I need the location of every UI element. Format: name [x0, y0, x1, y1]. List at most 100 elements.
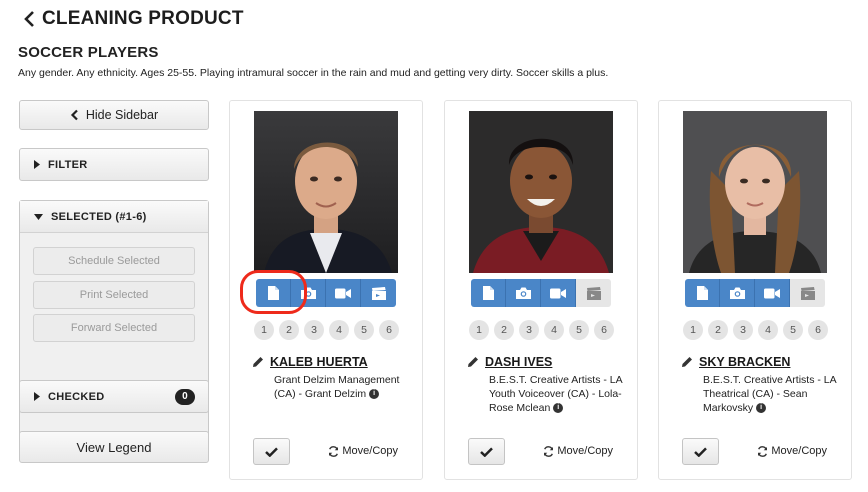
info-icon[interactable]: i	[369, 389, 380, 400]
selection-number[interactable]: 4	[758, 320, 778, 340]
move-copy-button[interactable]: Move/Copy	[543, 445, 613, 457]
file-icon	[483, 286, 494, 300]
media-actions	[471, 279, 611, 307]
selection-number[interactable]: 6	[594, 320, 614, 340]
info-icon[interactable]: i	[553, 403, 564, 414]
selection-number[interactable]: 2	[279, 320, 299, 340]
clapperboard-icon	[586, 286, 601, 300]
file-icon	[268, 286, 279, 300]
talent-name-row: KALEB HUERTA	[252, 355, 368, 369]
selection-number[interactable]: 2	[708, 320, 728, 340]
forward-selected-button[interactable]: Forward Selected	[33, 314, 195, 342]
talent-name-link[interactable]: DASH IVES	[485, 355, 552, 369]
selection-number[interactable]: 6	[379, 320, 399, 340]
move-copy-button[interactable]: Move/Copy	[328, 445, 398, 457]
photos-button[interactable]	[506, 279, 541, 307]
hide-sidebar-label: Hide Sidebar	[85, 108, 159, 122]
filter-panel-toggle[interactable]: FILTER	[19, 148, 209, 181]
video-button[interactable]	[326, 279, 361, 307]
selection-number[interactable]: 4	[544, 320, 564, 340]
pencil-icon[interactable]	[681, 356, 693, 368]
clapperboard-icon	[371, 286, 386, 300]
selection-number[interactable]: 6	[808, 320, 828, 340]
checked-panel-toggle[interactable]: CHECKED 0	[19, 380, 209, 413]
selection-number[interactable]: 4	[329, 320, 349, 340]
headshot-photo[interactable]	[254, 111, 398, 273]
schedule-selected-button[interactable]: Schedule Selected	[33, 247, 195, 275]
selection-number[interactable]: 3	[733, 320, 753, 340]
talent-card: 1 2 3 4 5 6 KALEB HUERTA Grant Delzim Ma…	[229, 100, 423, 480]
selection-number[interactable]: 5	[783, 320, 803, 340]
selection-number[interactable]: 3	[304, 320, 324, 340]
pencil-icon[interactable]	[467, 356, 479, 368]
selection-number[interactable]: 1	[469, 320, 489, 340]
move-copy-label: Move/Copy	[771, 445, 827, 457]
video-button[interactable]	[755, 279, 790, 307]
refresh-icon	[758, 445, 768, 457]
info-icon[interactable]: i	[756, 403, 767, 414]
agency-text: B.E.S.T. Creative Artists - LA Theatrica…	[703, 374, 837, 414]
selection-numbers: 1 2 3 4 5 6	[254, 320, 404, 340]
pencil-icon[interactable]	[252, 356, 264, 368]
camera-icon	[300, 287, 316, 299]
resume-file-button[interactable]	[256, 279, 291, 307]
selected-label: SELECTED (#1-6)	[51, 210, 147, 223]
print-selected-button[interactable]: Print Selected	[33, 281, 195, 309]
file-icon	[697, 286, 708, 300]
talent-name-row: DASH IVES	[467, 355, 552, 369]
selected-panel: SELECTED (#1-6) Schedule Selected Print …	[19, 200, 209, 462]
selection-number[interactable]: 2	[494, 320, 514, 340]
camera-icon	[515, 287, 531, 299]
talent-name-link[interactable]: SKY BRACKEN	[699, 355, 790, 369]
selection-numbers: 1 2 3 4 5 6	[469, 320, 619, 340]
agency-info: Grant Delzim Management (CA) - Grant Del…	[274, 373, 414, 401]
refresh-icon	[544, 445, 554, 457]
role-description: Any gender. Any ethnicity. Ages 25-55. P…	[18, 67, 609, 79]
selected-panel-toggle[interactable]: SELECTED (#1-6)	[20, 201, 208, 233]
media-actions	[685, 279, 825, 307]
photos-button[interactable]	[291, 279, 326, 307]
camera-icon	[729, 287, 745, 299]
media-actions	[256, 279, 396, 307]
resume-file-button[interactable]	[471, 279, 506, 307]
caret-right-icon	[34, 160, 40, 169]
video-camera-icon	[764, 288, 780, 298]
talent-card: 1 2 3 4 5 6 SKY BRACKEN B.E.S.T. Creativ…	[658, 100, 852, 480]
photos-button[interactable]	[720, 279, 755, 307]
headshot-photo[interactable]	[683, 111, 827, 273]
view-legend-button[interactable]: View Legend	[19, 431, 209, 463]
check-button[interactable]	[682, 438, 719, 465]
resume-file-button[interactable]	[685, 279, 720, 307]
clapperboard-icon	[800, 286, 815, 300]
check-button[interactable]	[468, 438, 505, 465]
back-chevron-icon[interactable]	[18, 8, 40, 30]
checkmark-icon	[265, 447, 278, 457]
video-button[interactable]	[541, 279, 576, 307]
reel-button[interactable]	[576, 279, 611, 307]
headshot-photo[interactable]	[469, 111, 613, 273]
checkmark-icon	[694, 447, 707, 457]
move-copy-label: Move/Copy	[342, 445, 398, 457]
selection-number[interactable]: 5	[354, 320, 374, 340]
selection-number[interactable]: 1	[254, 320, 274, 340]
selection-number[interactable]: 1	[683, 320, 703, 340]
checked-count-badge: 0	[175, 388, 195, 405]
talent-name-row: SKY BRACKEN	[681, 355, 790, 369]
talent-card: 1 2 3 4 5 6 DASH IVES B.E.S.T. Creative …	[444, 100, 638, 480]
page-title: CLEANING PRODUCT	[42, 8, 244, 29]
selection-number[interactable]: 3	[519, 320, 539, 340]
selection-number[interactable]: 5	[569, 320, 589, 340]
video-camera-icon	[550, 288, 566, 298]
check-button[interactable]	[253, 438, 290, 465]
filter-label: FILTER	[48, 158, 88, 171]
caret-down-icon	[34, 213, 43, 220]
reel-button[interactable]	[790, 279, 825, 307]
checked-label: CHECKED	[48, 390, 105, 403]
move-copy-button[interactable]: Move/Copy	[757, 445, 827, 457]
hide-sidebar-button[interactable]: Hide Sidebar	[19, 100, 209, 130]
agency-info: B.E.S.T. Creative Artists - LA Theatrica…	[703, 373, 843, 415]
reel-button[interactable]	[361, 279, 396, 307]
checked-header: CHECKED	[34, 391, 105, 403]
talent-name-link[interactable]: KALEB HUERTA	[270, 355, 368, 369]
checkmark-icon	[480, 447, 493, 457]
